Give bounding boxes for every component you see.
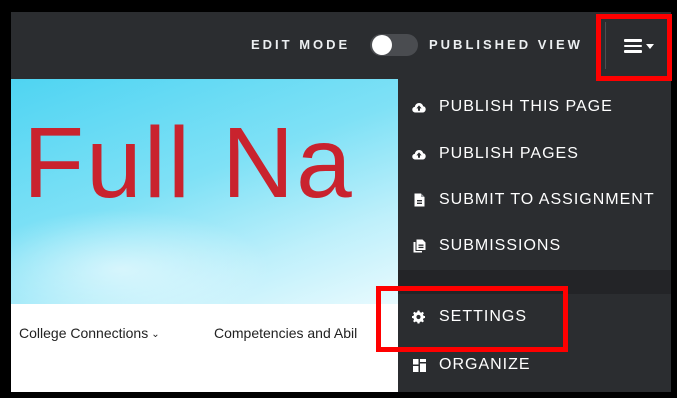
- menu-item-organize[interactable]: ORGANIZE: [398, 345, 671, 385]
- cloud-upload-icon: [412, 100, 426, 114]
- hero-banner: Full Na: [11, 79, 399, 304]
- nav-item-college-connections[interactable]: College Connections ⌄: [19, 325, 160, 341]
- hero-title: Full Na: [23, 107, 354, 219]
- toggle-knob: [372, 35, 392, 55]
- top-bar: EDIT MODE PUBLISHED VIEW: [11, 12, 671, 79]
- edit-mode-label[interactable]: EDIT MODE: [251, 37, 350, 52]
- gear-icon: [412, 310, 426, 324]
- menu-item-submissions[interactable]: SUBMISSIONS: [398, 226, 671, 266]
- menu-item-label: SUBMIT TO ASSIGNMENT: [439, 191, 655, 208]
- cloud-upload-icon: [412, 147, 426, 161]
- menu-item-label: SETTINGS: [439, 308, 528, 325]
- nav-item-label: College Connections: [19, 325, 149, 341]
- menu-item-settings[interactable]: SETTINGS: [398, 297, 671, 337]
- hamburger-icon: [624, 39, 642, 53]
- menu-item-label: PUBLISH PAGES: [439, 145, 579, 162]
- screenshot-frame: EDIT MODE PUBLISHED VIEW Full Na College…: [0, 0, 677, 398]
- menu-item-label: SUBMISSIONS: [439, 237, 562, 254]
- page-nav: College Connections ⌄ Competencies and Ab…: [11, 304, 399, 392]
- nav-item-competencies[interactable]: Competencies and Abil: [214, 325, 357, 341]
- menu-item-publish-this-page[interactable]: PUBLISH THIS PAGE: [398, 87, 671, 127]
- grid-icon: [412, 358, 426, 372]
- menu-divider: [398, 270, 671, 294]
- mode-toggle[interactable]: [370, 34, 418, 56]
- nav-item-label: Competencies and Abil: [214, 325, 358, 341]
- menu-item-label: PUBLISH THIS PAGE: [439, 98, 613, 115]
- main-menu-dropdown: PUBLISH THIS PAGE PUBLISH PAGES SUBMIT T…: [398, 79, 671, 392]
- menu-item-submit-to-assignment[interactable]: SUBMIT TO ASSIGNMENT: [398, 180, 671, 220]
- menu-item-publish-pages[interactable]: PUBLISH PAGES: [398, 134, 671, 174]
- published-view-label[interactable]: PUBLISHED VIEW: [429, 37, 583, 52]
- topbar-divider: [605, 22, 606, 69]
- documents-icon: [412, 239, 426, 253]
- document-icon: [412, 193, 426, 207]
- app-screen: EDIT MODE PUBLISHED VIEW Full Na College…: [11, 12, 671, 392]
- caret-down-icon: [646, 44, 654, 49]
- chevron-down-icon: ⌄: [151, 329, 160, 340]
- main-menu-button[interactable]: [611, 24, 667, 68]
- menu-item-label: ORGANIZE: [439, 356, 531, 373]
